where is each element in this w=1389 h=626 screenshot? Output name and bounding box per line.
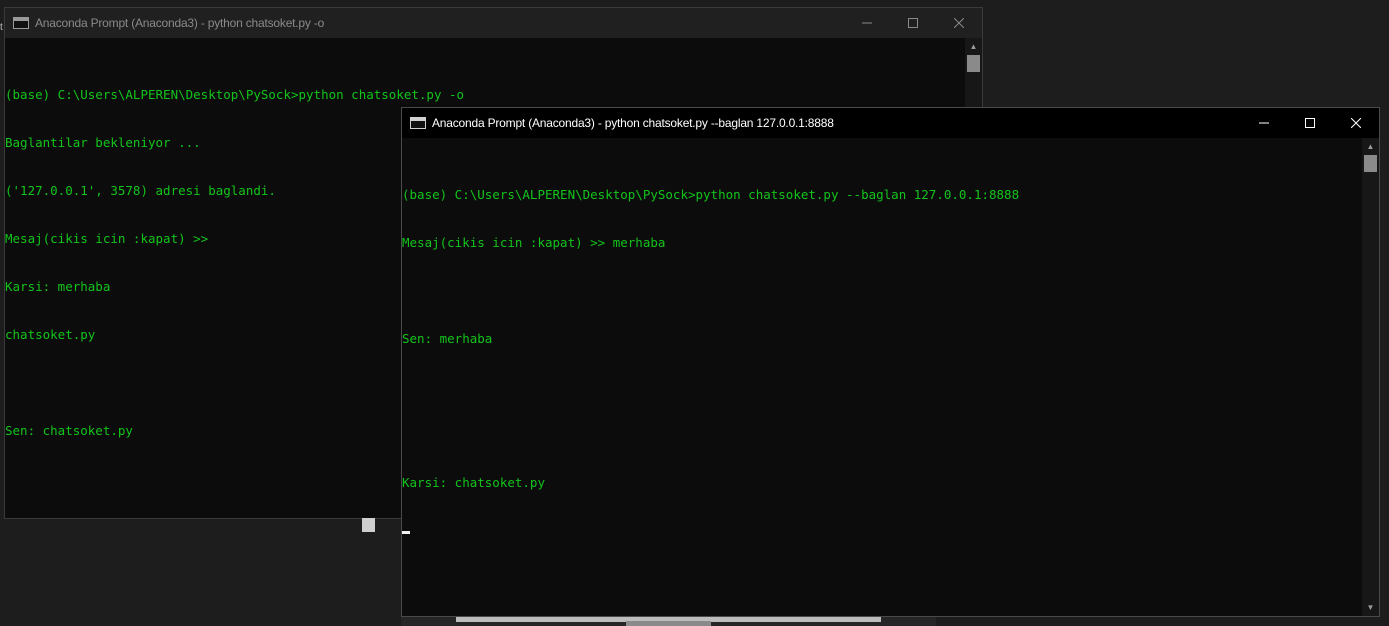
window-title: Anaconda Prompt (Anaconda3) - python cha… bbox=[35, 16, 325, 30]
minimize-button[interactable] bbox=[844, 8, 890, 38]
console-output[interactable]: (base) C:\Users\ALPEREN\Desktop\PySock>p… bbox=[402, 155, 1361, 571]
minimize-icon bbox=[862, 22, 872, 24]
titlebar[interactable]: Anaconda Prompt (Anaconda3) - python cha… bbox=[5, 8, 982, 38]
horizontal-scrollbar[interactable] bbox=[401, 617, 936, 626]
console-line: Karsi: chatsoket.py bbox=[402, 475, 545, 490]
cursor-line bbox=[402, 523, 1361, 539]
maximize-icon bbox=[1305, 118, 1315, 128]
scroll-thumb-segment bbox=[626, 621, 711, 626]
scroll-up-arrow-icon[interactable]: ▲ bbox=[965, 38, 982, 55]
window-title: Anaconda Prompt (Anaconda3) - python cha… bbox=[432, 116, 834, 130]
close-button[interactable] bbox=[1333, 108, 1379, 138]
console-line: (base) C:\Users\ALPEREN\Desktop\PySock>p… bbox=[5, 87, 465, 102]
minimize-button[interactable] bbox=[1241, 108, 1287, 138]
close-button[interactable] bbox=[936, 8, 982, 38]
console-line: Sen: merhaba bbox=[402, 331, 493, 346]
scrollbar-fragment bbox=[362, 518, 375, 532]
console-line: Mesaj(cikis icin :kapat) >> merhaba bbox=[402, 235, 666, 250]
console-window-client[interactable]: Anaconda Prompt (Anaconda3) - python cha… bbox=[401, 107, 1380, 617]
maximize-button[interactable] bbox=[890, 8, 936, 38]
titlebar[interactable]: Anaconda Prompt (Anaconda3) - python cha… bbox=[402, 108, 1379, 138]
console-line: (base) C:\Users\ALPEREN\Desktop\PySock>p… bbox=[402, 187, 1020, 202]
vertical-scrollbar[interactable]: ▲ ▼ bbox=[1362, 138, 1379, 616]
close-icon bbox=[1351, 118, 1361, 128]
scroll-down-arrow-icon[interactable]: ▼ bbox=[1362, 599, 1379, 616]
scroll-up-arrow-icon[interactable]: ▲ bbox=[1362, 138, 1379, 155]
scroll-thumb[interactable] bbox=[1364, 155, 1377, 172]
console-app-icon bbox=[410, 117, 426, 129]
maximize-button[interactable] bbox=[1287, 108, 1333, 138]
scroll-thumb[interactable] bbox=[967, 55, 980, 72]
close-icon bbox=[954, 18, 964, 28]
minimize-icon bbox=[1259, 122, 1269, 124]
maximize-icon bbox=[908, 18, 918, 28]
text-cursor bbox=[402, 531, 410, 534]
console-app-icon bbox=[13, 17, 29, 29]
desktop: t Anaconda Prompt (Anaconda3) - python c… bbox=[0, 0, 1389, 626]
